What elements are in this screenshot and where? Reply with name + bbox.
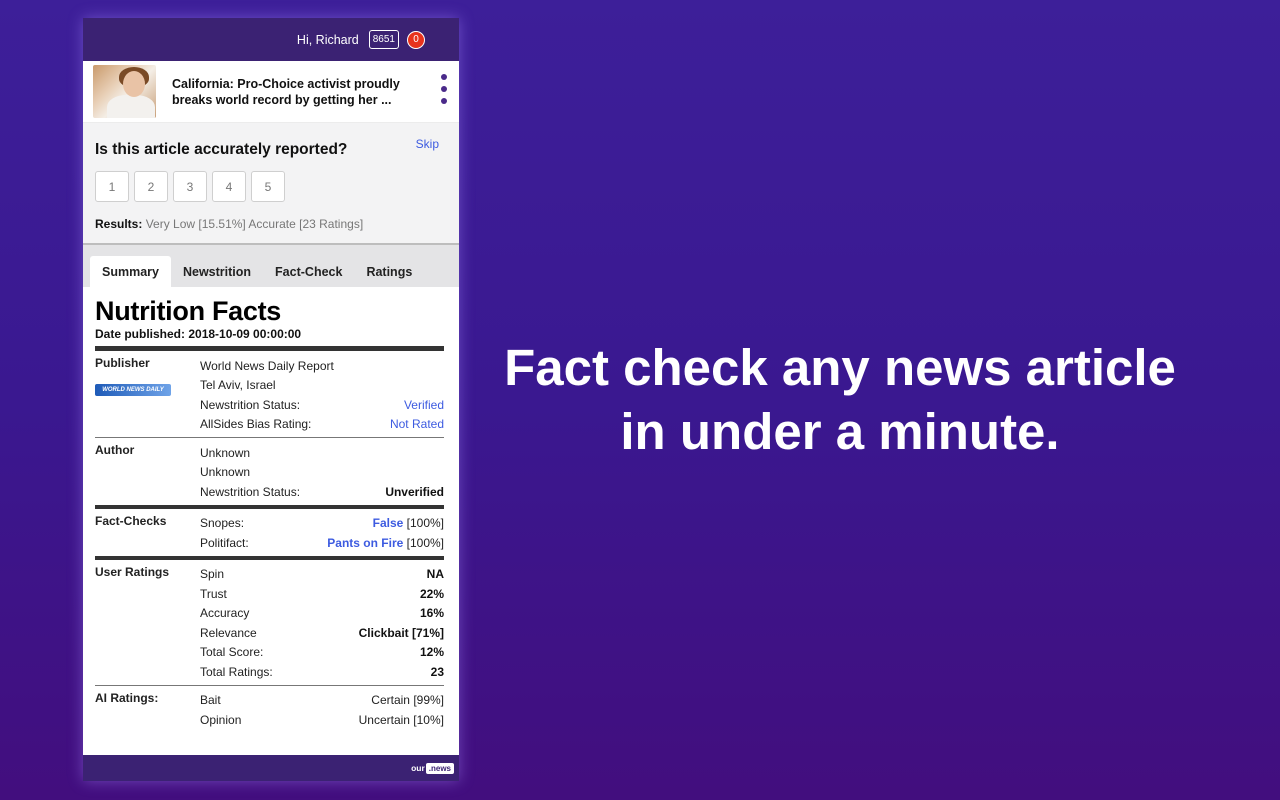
brand-logo-news: .news: [425, 762, 454, 774]
rating-button-5[interactable]: 5: [251, 171, 285, 202]
ai-ratings-group: AI Ratings: Bait Certain [99%] Opinion Unc…: [95, 686, 444, 733]
fact-check-percent: [100%]: [403, 535, 444, 550]
rating-value: 22%: [419, 586, 444, 601]
tab-newstrition[interactable]: Newstrition: [171, 256, 263, 287]
bias-rating-label: AllSides Bias Rating:: [200, 417, 312, 432]
rating-button-3[interactable]: 3: [173, 171, 207, 202]
author-group: Author Unknown Unknown Newstrition Statu…: [95, 438, 444, 509]
author-label: Author: [95, 443, 135, 457]
ai-rating-value: Uncertain [10%]: [358, 712, 444, 727]
tab-bar: Summary Newstrition Fact-Check Ratings: [83, 245, 459, 287]
fact-check-percent: [100%]: [403, 516, 444, 531]
rating-name: Accuracy: [200, 606, 250, 621]
user-greeting[interactable]: Hi, Richard: [297, 33, 359, 47]
rating-buttons: 1 2 3 4 5: [95, 171, 447, 202]
footer-bar: our .news: [83, 755, 459, 781]
rating-button-1[interactable]: 1: [95, 171, 129, 202]
bias-rating-link[interactable]: Not Rated: [390, 417, 444, 431]
rating-name: Relevance: [200, 625, 257, 640]
list-item: Bait Certain [99%]: [200, 691, 444, 711]
nutrition-facts: Nutrition Facts Date published: 2018-10-…: [83, 287, 459, 733]
rating-name: Trust: [200, 586, 227, 601]
list-item: Accuracy 16%: [200, 604, 444, 624]
user-ratings-label: User Ratings: [95, 564, 170, 579]
article-card[interactable]: California: Pro-Choice activist proudly …: [83, 61, 459, 123]
publisher-name: World News Daily Report: [200, 358, 334, 373]
author-name: Unknown: [200, 445, 251, 460]
author-detail: Unknown: [200, 465, 251, 480]
list-item: Total Score: 12%: [200, 643, 444, 663]
list-item: Spin NA: [200, 565, 444, 585]
list-item: Opinion Uncertain [10%]: [200, 710, 444, 730]
results-text: Very Low [15.51%] Accurate [23 Ratings]: [145, 217, 364, 231]
user-ratings-group: User Ratings Spin NA Trust 22% Accuracy 16%…: [95, 560, 444, 686]
more-options-icon[interactable]: [441, 74, 447, 104]
publisher-group: Publisher WORLD NEWS DAILY REPORT World …: [95, 351, 444, 438]
rating-results: Results: Very Low [15.51%] Accurate [23 …: [95, 217, 447, 231]
notification-badge[interactable]: 0: [407, 30, 425, 49]
publisher-label: Publisher: [95, 356, 150, 370]
rating-button-4[interactable]: 4: [212, 171, 246, 202]
rating-value: 16%: [419, 606, 444, 621]
fact-check-source: Politifact:: [200, 535, 249, 550]
publisher-status-link[interactable]: Verified: [404, 398, 444, 412]
fact-check-source: Snopes:: [200, 516, 245, 531]
tab-summary[interactable]: Summary: [90, 256, 171, 287]
article-title[interactable]: California: Pro-Choice activist proudly …: [172, 76, 412, 108]
ai-rating-name: Bait: [200, 693, 221, 708]
brand-logo-our: our: [411, 763, 425, 773]
rating-question: Is this article accurately reported?: [95, 141, 348, 158]
publisher-logo: WORLD NEWS DAILY REPORT: [95, 384, 171, 405]
date-published: Date published: 2018-10-09 00:00:00: [95, 327, 444, 351]
rating-name: Total Score:: [200, 645, 264, 660]
ai-rating-value: Certain [99%]: [371, 693, 444, 708]
extension-panel: Hi, Richard 8651 0 California: Pro-Choic…: [83, 18, 459, 781]
publisher-location: Tel Aviv, Israel: [200, 378, 276, 393]
author-status-label: Newstrition Status:: [200, 484, 301, 499]
rating-name: Spin: [200, 567, 225, 582]
list-item: Relevance Clickbait [71%]: [200, 623, 444, 643]
list-item: Snopes: False [100%]: [200, 514, 444, 534]
fact-check-verdict-link[interactable]: Pants on Fire: [327, 536, 403, 550]
rating-value: 12%: [419, 645, 444, 660]
rating-value: NA: [426, 567, 444, 582]
fact-checks-label: Fact-Checks: [95, 513, 167, 528]
fact-check-verdict-link[interactable]: False: [373, 516, 404, 530]
author-status-value: Unverified: [385, 484, 444, 499]
list-item: Trust 22%: [200, 584, 444, 604]
publisher-status-label: Newstrition Status:: [200, 397, 301, 412]
nutrition-facts-title: Nutrition Facts: [95, 296, 282, 326]
article-thumbnail[interactable]: [93, 65, 156, 118]
ai-ratings-label: AI Ratings:: [95, 690, 159, 705]
tab-fact-check[interactable]: Fact-Check: [263, 256, 354, 287]
rating-name: Total Ratings:: [200, 664, 273, 679]
rating-value: 23: [430, 664, 444, 679]
list-item: Total Ratings: 23: [200, 662, 444, 682]
rating-value: Clickbait [71%]: [358, 625, 444, 640]
top-bar: Hi, Richard 8651 0: [83, 18, 459, 61]
results-label: Results:: [95, 217, 143, 231]
points-badge[interactable]: 8651: [368, 30, 399, 49]
accuracy-rating-section: Is this article accurately reported? Ski…: [83, 123, 459, 245]
list-item: Politifact: Pants on Fire [100%]: [200, 533, 444, 553]
ai-rating-name: Opinion: [200, 712, 242, 727]
promo-headline: Fact check any news article in under a m…: [504, 339, 1176, 460]
rating-button-2[interactable]: 2: [134, 171, 168, 202]
fact-checks-group: Fact-Checks Snopes: False [100%] Politif…: [95, 509, 444, 560]
tab-ratings[interactable]: Ratings: [354, 256, 424, 287]
skip-link[interactable]: Skip: [416, 137, 439, 151]
